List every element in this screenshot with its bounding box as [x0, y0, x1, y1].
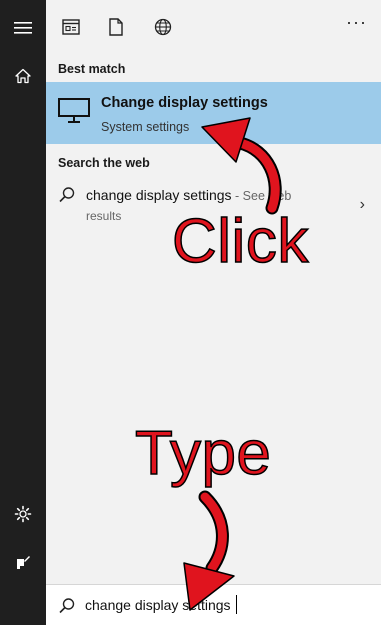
search-panel: ··· Best match Change display settings S… — [46, 0, 381, 625]
best-match-result[interactable]: Change display settings System settings — [46, 82, 381, 144]
start-sidebar — [0, 0, 46, 625]
chevron-right-icon[interactable]: › — [360, 196, 365, 214]
feedback-person-icon[interactable] — [0, 542, 46, 582]
web-globe-icon[interactable] — [150, 14, 176, 40]
settings-gear-icon[interactable] — [0, 494, 46, 534]
search-web-heading: Search the web — [58, 156, 150, 170]
hamburger-icon[interactable] — [0, 8, 46, 48]
web-result-title: change display settings - See web — [86, 187, 291, 203]
document-icon[interactable] — [103, 14, 129, 40]
search-input[interactable] — [85, 597, 345, 613]
monitor-icon — [58, 98, 90, 129]
web-query-text: change display settings — [86, 187, 232, 203]
search-box[interactable] — [46, 584, 381, 625]
filter-toolbar: ··· — [46, 0, 381, 56]
best-match-title: Change display settings — [101, 95, 268, 111]
best-match-subtitle: System settings — [101, 120, 190, 134]
home-icon[interactable] — [0, 56, 46, 96]
apps-icon[interactable] — [58, 14, 84, 40]
best-match-heading: Best match — [58, 62, 126, 76]
web-result-second-line: results — [86, 209, 122, 223]
search-icon — [58, 186, 76, 209]
web-query-suffix: - See web — [231, 189, 292, 203]
text-caret — [236, 595, 237, 614]
web-search-result[interactable]: change display settings - See web result… — [46, 178, 381, 230]
more-options-button[interactable]: ··· — [346, 12, 367, 33]
search-box-icon — [58, 597, 76, 620]
